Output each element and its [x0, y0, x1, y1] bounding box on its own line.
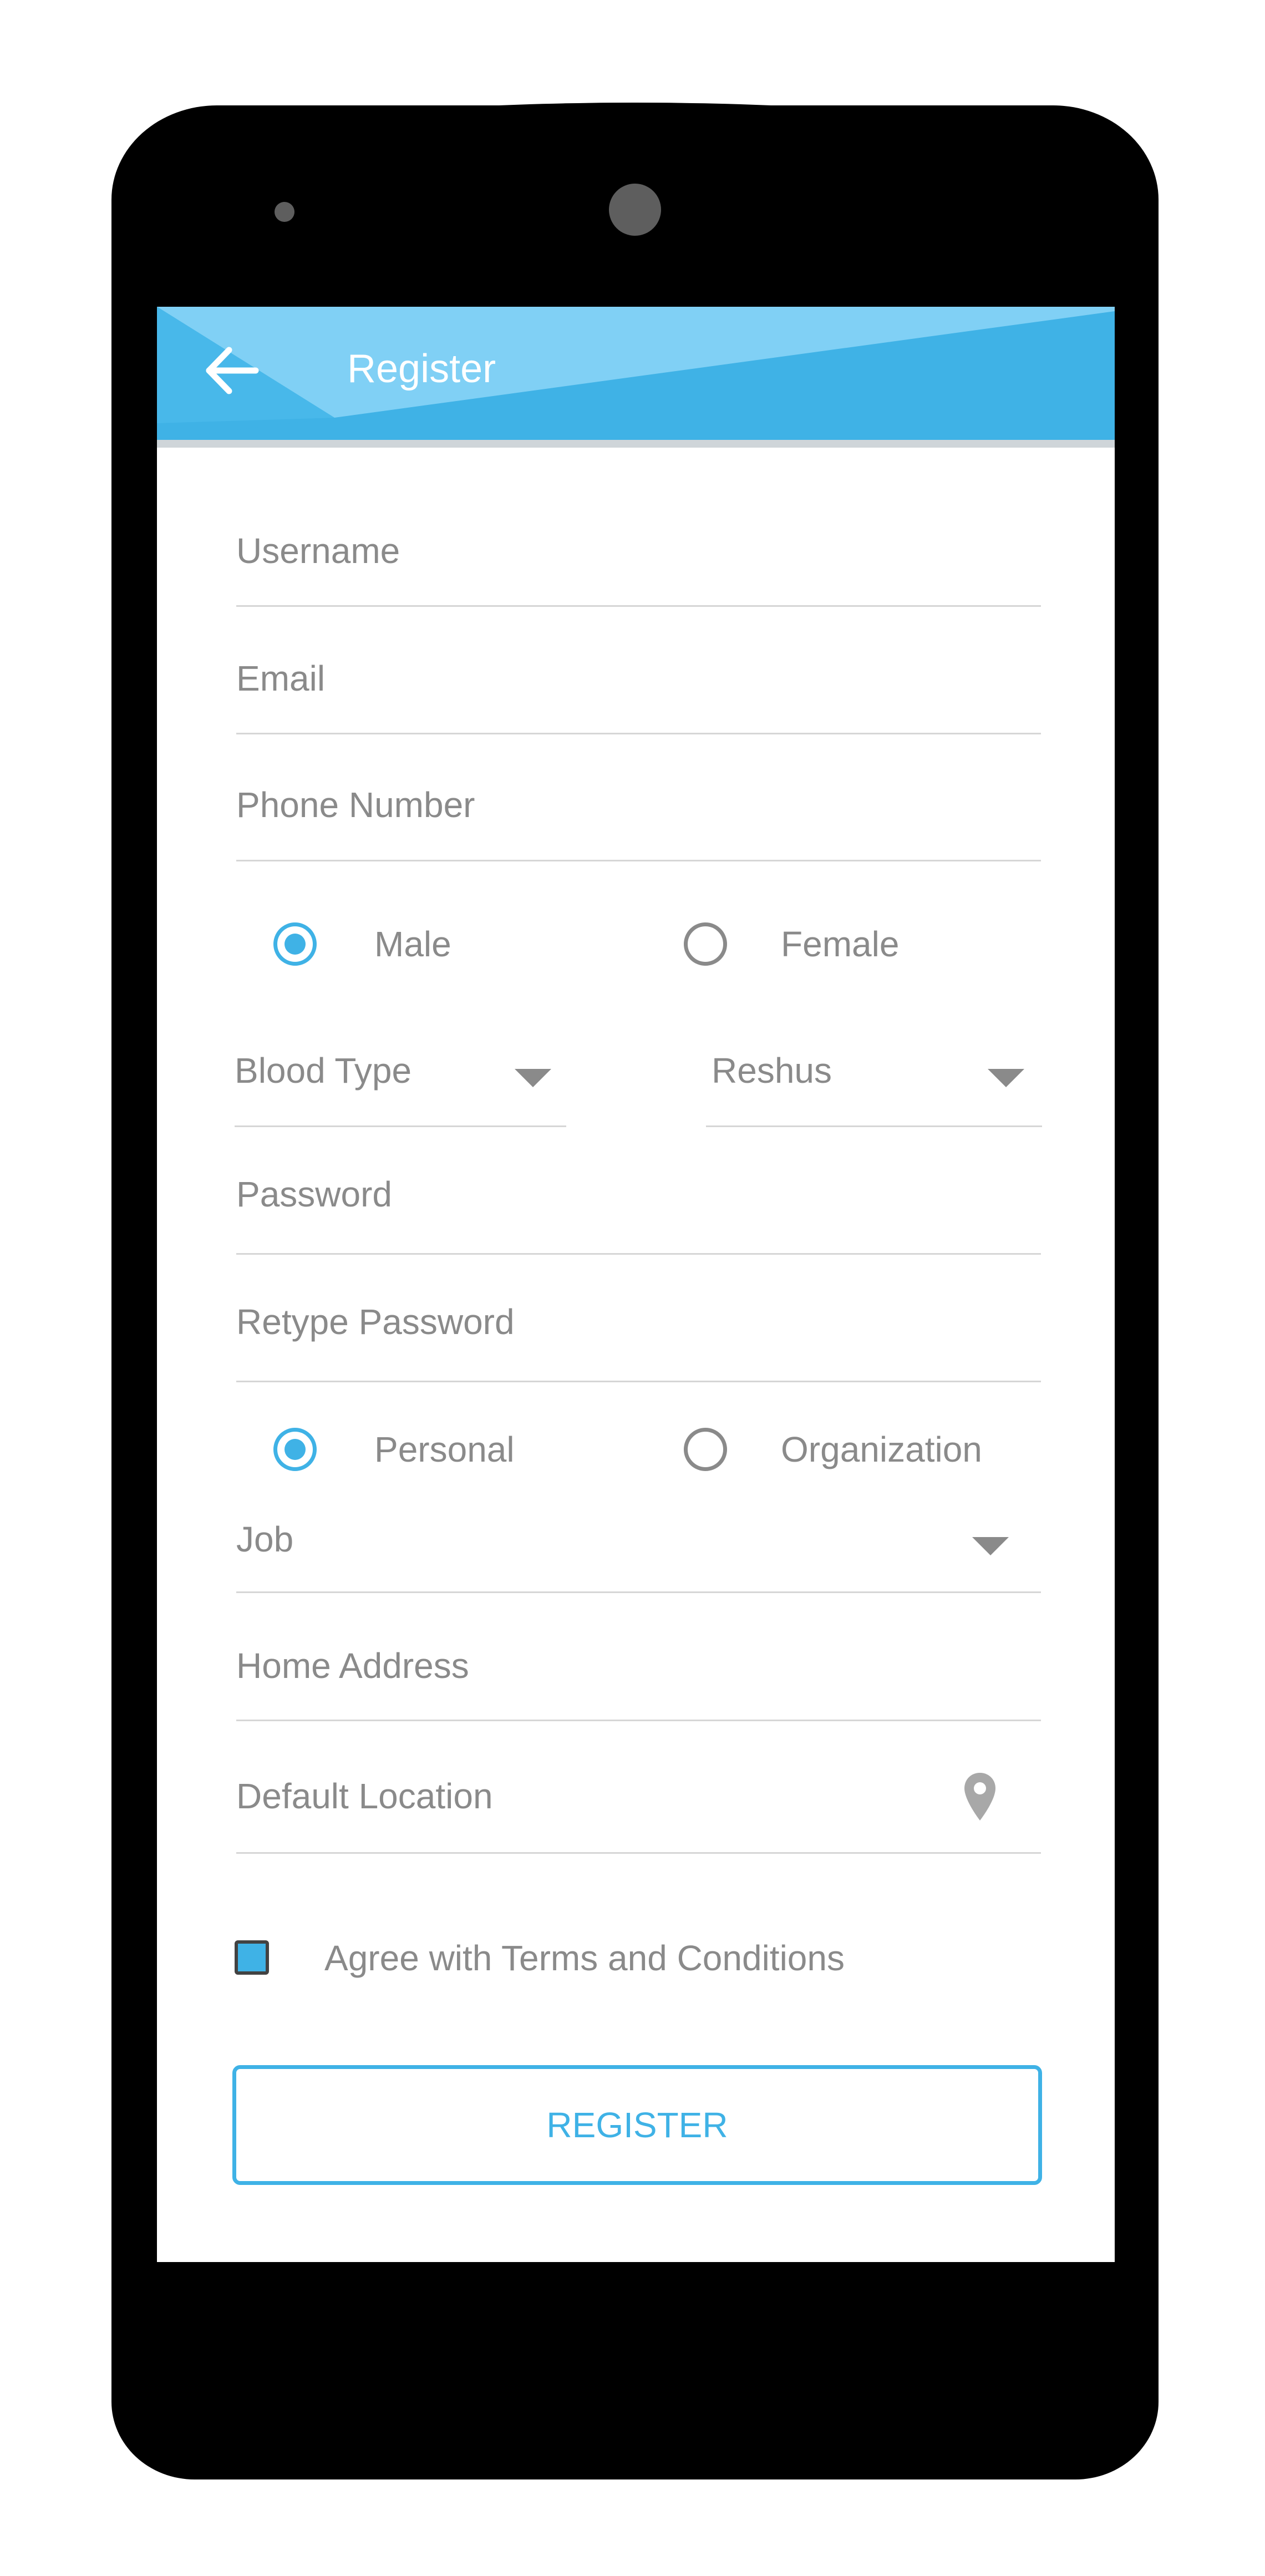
gender-label-male: Male	[374, 924, 451, 964]
app-bar-background	[157, 307, 1115, 448]
phone-input[interactable]	[236, 772, 1041, 838]
job-underline	[236, 1591, 1041, 1593]
terms-checkbox[interactable]	[235, 1940, 269, 1975]
retype-password-underline	[236, 1381, 1041, 1382]
arrow-left-icon[interactable]	[201, 340, 262, 401]
email-underline	[236, 733, 1041, 734]
default-location-input[interactable]	[236, 1763, 957, 1829]
page-title: Register	[347, 347, 496, 391]
job-label: Job	[236, 1519, 294, 1559]
rhesus-select[interactable]: Reshus	[706, 1044, 1042, 1128]
proximity-sensor	[275, 202, 294, 222]
password-input[interactable]	[236, 1161, 1041, 1228]
password-underline	[236, 1253, 1041, 1255]
app-bar: Register	[157, 307, 1115, 448]
front-camera	[609, 184, 661, 236]
home-address-field[interactable]	[236, 1632, 1041, 1721]
app-screen: Register Male Female Blood Type Reshus	[157, 307, 1115, 2262]
account-label-personal: Personal	[374, 1429, 515, 1469]
email-input[interactable]	[236, 645, 1041, 712]
retype-password-field[interactable]	[236, 1289, 1041, 1383]
default-location-field[interactable]	[236, 1763, 1041, 1854]
gender-label-female: Female	[781, 924, 900, 964]
rhesus-underline	[706, 1125, 1042, 1127]
gender-radio-male[interactable]	[273, 922, 317, 966]
username-input[interactable]	[236, 518, 1041, 584]
account-label-organization: Organization	[781, 1429, 982, 1469]
job-select[interactable]: Job	[236, 1499, 1041, 1594]
email-field[interactable]	[236, 645, 1041, 734]
map-pin-icon[interactable]	[963, 1772, 997, 1822]
register-button[interactable]: REGISTER	[232, 2065, 1042, 2185]
blood-type-label: Blood Type	[235, 1051, 412, 1091]
app-bar-shadow	[157, 440, 1115, 448]
home-address-underline	[236, 1720, 1041, 1721]
default-location-underline	[236, 1852, 1041, 1854]
chevron-down-icon	[988, 1069, 1024, 1087]
username-underline	[236, 605, 1041, 607]
account-radio-personal[interactable]	[273, 1428, 317, 1471]
username-field[interactable]	[236, 518, 1041, 607]
rhesus-label: Reshus	[712, 1051, 832, 1091]
home-address-input[interactable]	[236, 1632, 1041, 1699]
phone-field[interactable]	[236, 772, 1041, 861]
phone-underline	[236, 860, 1041, 861]
blood-type-select[interactable]: Blood Type	[235, 1044, 566, 1128]
blood-type-underline	[235, 1125, 566, 1127]
terms-label: Agree with Terms and Conditions	[324, 1938, 845, 1978]
password-field[interactable]	[236, 1161, 1041, 1255]
gender-radio-female[interactable]	[684, 922, 727, 966]
chevron-down-icon	[515, 1069, 551, 1087]
retype-password-input[interactable]	[236, 1289, 1041, 1355]
account-radio-organization[interactable]	[684, 1428, 727, 1471]
chevron-down-icon	[972, 1537, 1009, 1555]
